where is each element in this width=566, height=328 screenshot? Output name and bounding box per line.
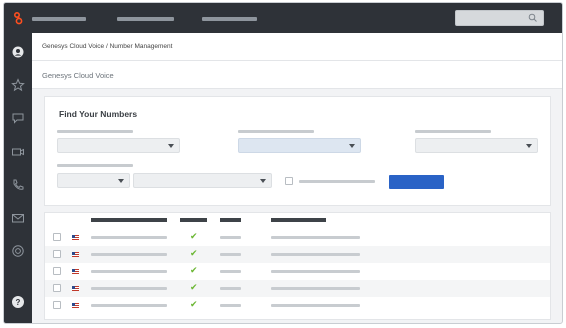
- checkmark-icon: ✔: [190, 283, 198, 293]
- chat-icon[interactable]: [11, 111, 25, 125]
- sidebar: ?: [4, 33, 32, 323]
- checkmark-icon: ✔: [190, 249, 198, 259]
- column-header[interactable]: [271, 218, 326, 222]
- table-row[interactable]: ✔: [45, 246, 550, 263]
- chevron-down-icon: [168, 144, 174, 148]
- filter-dropdown-2[interactable]: [238, 138, 361, 153]
- type-cell: [220, 287, 241, 290]
- row-checkbox[interactable]: [53, 267, 61, 275]
- mail-icon[interactable]: [11, 211, 25, 225]
- filter-dropdown-5[interactable]: [133, 173, 272, 188]
- column-header[interactable]: [180, 218, 207, 222]
- numbers-table: ✔ ✔ ✔ ✔ ✔: [44, 212, 551, 320]
- nav-menu-item[interactable]: [202, 17, 257, 21]
- video-icon[interactable]: [11, 145, 25, 159]
- user-profile-icon[interactable]: [11, 45, 25, 59]
- top-navigation-bar: [4, 3, 562, 33]
- type-cell: [220, 304, 241, 307]
- table-row[interactable]: ✔: [45, 297, 550, 314]
- search-button[interactable]: [389, 175, 444, 189]
- nav-menu-item[interactable]: [32, 17, 86, 21]
- table-row[interactable]: ✔: [45, 280, 550, 297]
- row-checkbox[interactable]: [53, 301, 61, 309]
- globe-icon[interactable]: [11, 244, 25, 258]
- page-title-bar: Genesys Cloud Voice: [32, 61, 562, 89]
- filter-label: [238, 130, 314, 133]
- us-flag-icon: [72, 252, 79, 257]
- chevron-down-icon: [349, 144, 355, 148]
- phone-number-cell: [91, 304, 167, 307]
- checkbox-label: [299, 180, 375, 183]
- search-icon: [528, 13, 537, 22]
- row-checkbox[interactable]: [53, 250, 61, 258]
- type-cell: [220, 236, 241, 239]
- row-checkbox[interactable]: [53, 233, 61, 241]
- column-header[interactable]: [91, 218, 167, 222]
- type-cell: [220, 270, 241, 273]
- filter-label: [415, 130, 491, 133]
- filter-label: [57, 164, 133, 167]
- assignment-cell: [271, 253, 360, 256]
- app-window: ? Genesys Cloud Voice / Number Managemen…: [3, 2, 563, 324]
- page-title: Genesys Cloud Voice: [42, 71, 114, 80]
- help-icon-label: ?: [16, 298, 21, 307]
- checkmark-icon: ✔: [190, 232, 198, 242]
- phone-icon[interactable]: [11, 178, 25, 192]
- breadcrumb[interactable]: Genesys Cloud Voice / Number Management: [42, 43, 172, 50]
- us-flag-icon: [72, 303, 79, 308]
- filter-checkbox[interactable]: [285, 177, 293, 185]
- filter-dropdown-4[interactable]: [57, 173, 130, 188]
- row-checkbox[interactable]: [53, 284, 61, 292]
- filter-dropdown-1[interactable]: [57, 138, 180, 153]
- filter-label: [57, 130, 133, 133]
- us-flag-icon: [72, 235, 79, 240]
- chevron-down-icon: [260, 179, 266, 183]
- assignment-cell: [271, 270, 360, 273]
- type-cell: [220, 253, 241, 256]
- breadcrumb-bar: Genesys Cloud Voice / Number Management: [32, 33, 562, 61]
- chevron-down-icon: [118, 179, 124, 183]
- column-header[interactable]: [220, 218, 241, 222]
- filter-dropdown-3[interactable]: [415, 138, 538, 153]
- us-flag-icon: [72, 286, 79, 291]
- help-icon[interactable]: ?: [11, 295, 25, 309]
- us-flag-icon: [72, 269, 79, 274]
- chevron-down-icon: [526, 144, 532, 148]
- table-row[interactable]: ✔: [45, 263, 550, 280]
- phone-number-cell: [91, 287, 167, 290]
- checkmark-icon: ✔: [190, 300, 198, 310]
- table-row[interactable]: ✔: [45, 229, 550, 246]
- phone-number-cell: [91, 253, 167, 256]
- nav-menu-item[interactable]: [117, 17, 174, 21]
- assignment-cell: [271, 236, 360, 239]
- find-numbers-card: Find Your Numbers: [44, 96, 551, 206]
- checkmark-icon: ✔: [190, 266, 198, 276]
- genesys-logo-icon[interactable]: [13, 11, 25, 25]
- find-numbers-title: Find Your Numbers: [59, 109, 138, 119]
- star-icon[interactable]: [11, 78, 25, 92]
- phone-number-cell: [91, 236, 167, 239]
- phone-number-cell: [91, 270, 167, 273]
- global-search-input[interactable]: [455, 10, 544, 26]
- assignment-cell: [271, 287, 360, 290]
- assignment-cell: [271, 304, 360, 307]
